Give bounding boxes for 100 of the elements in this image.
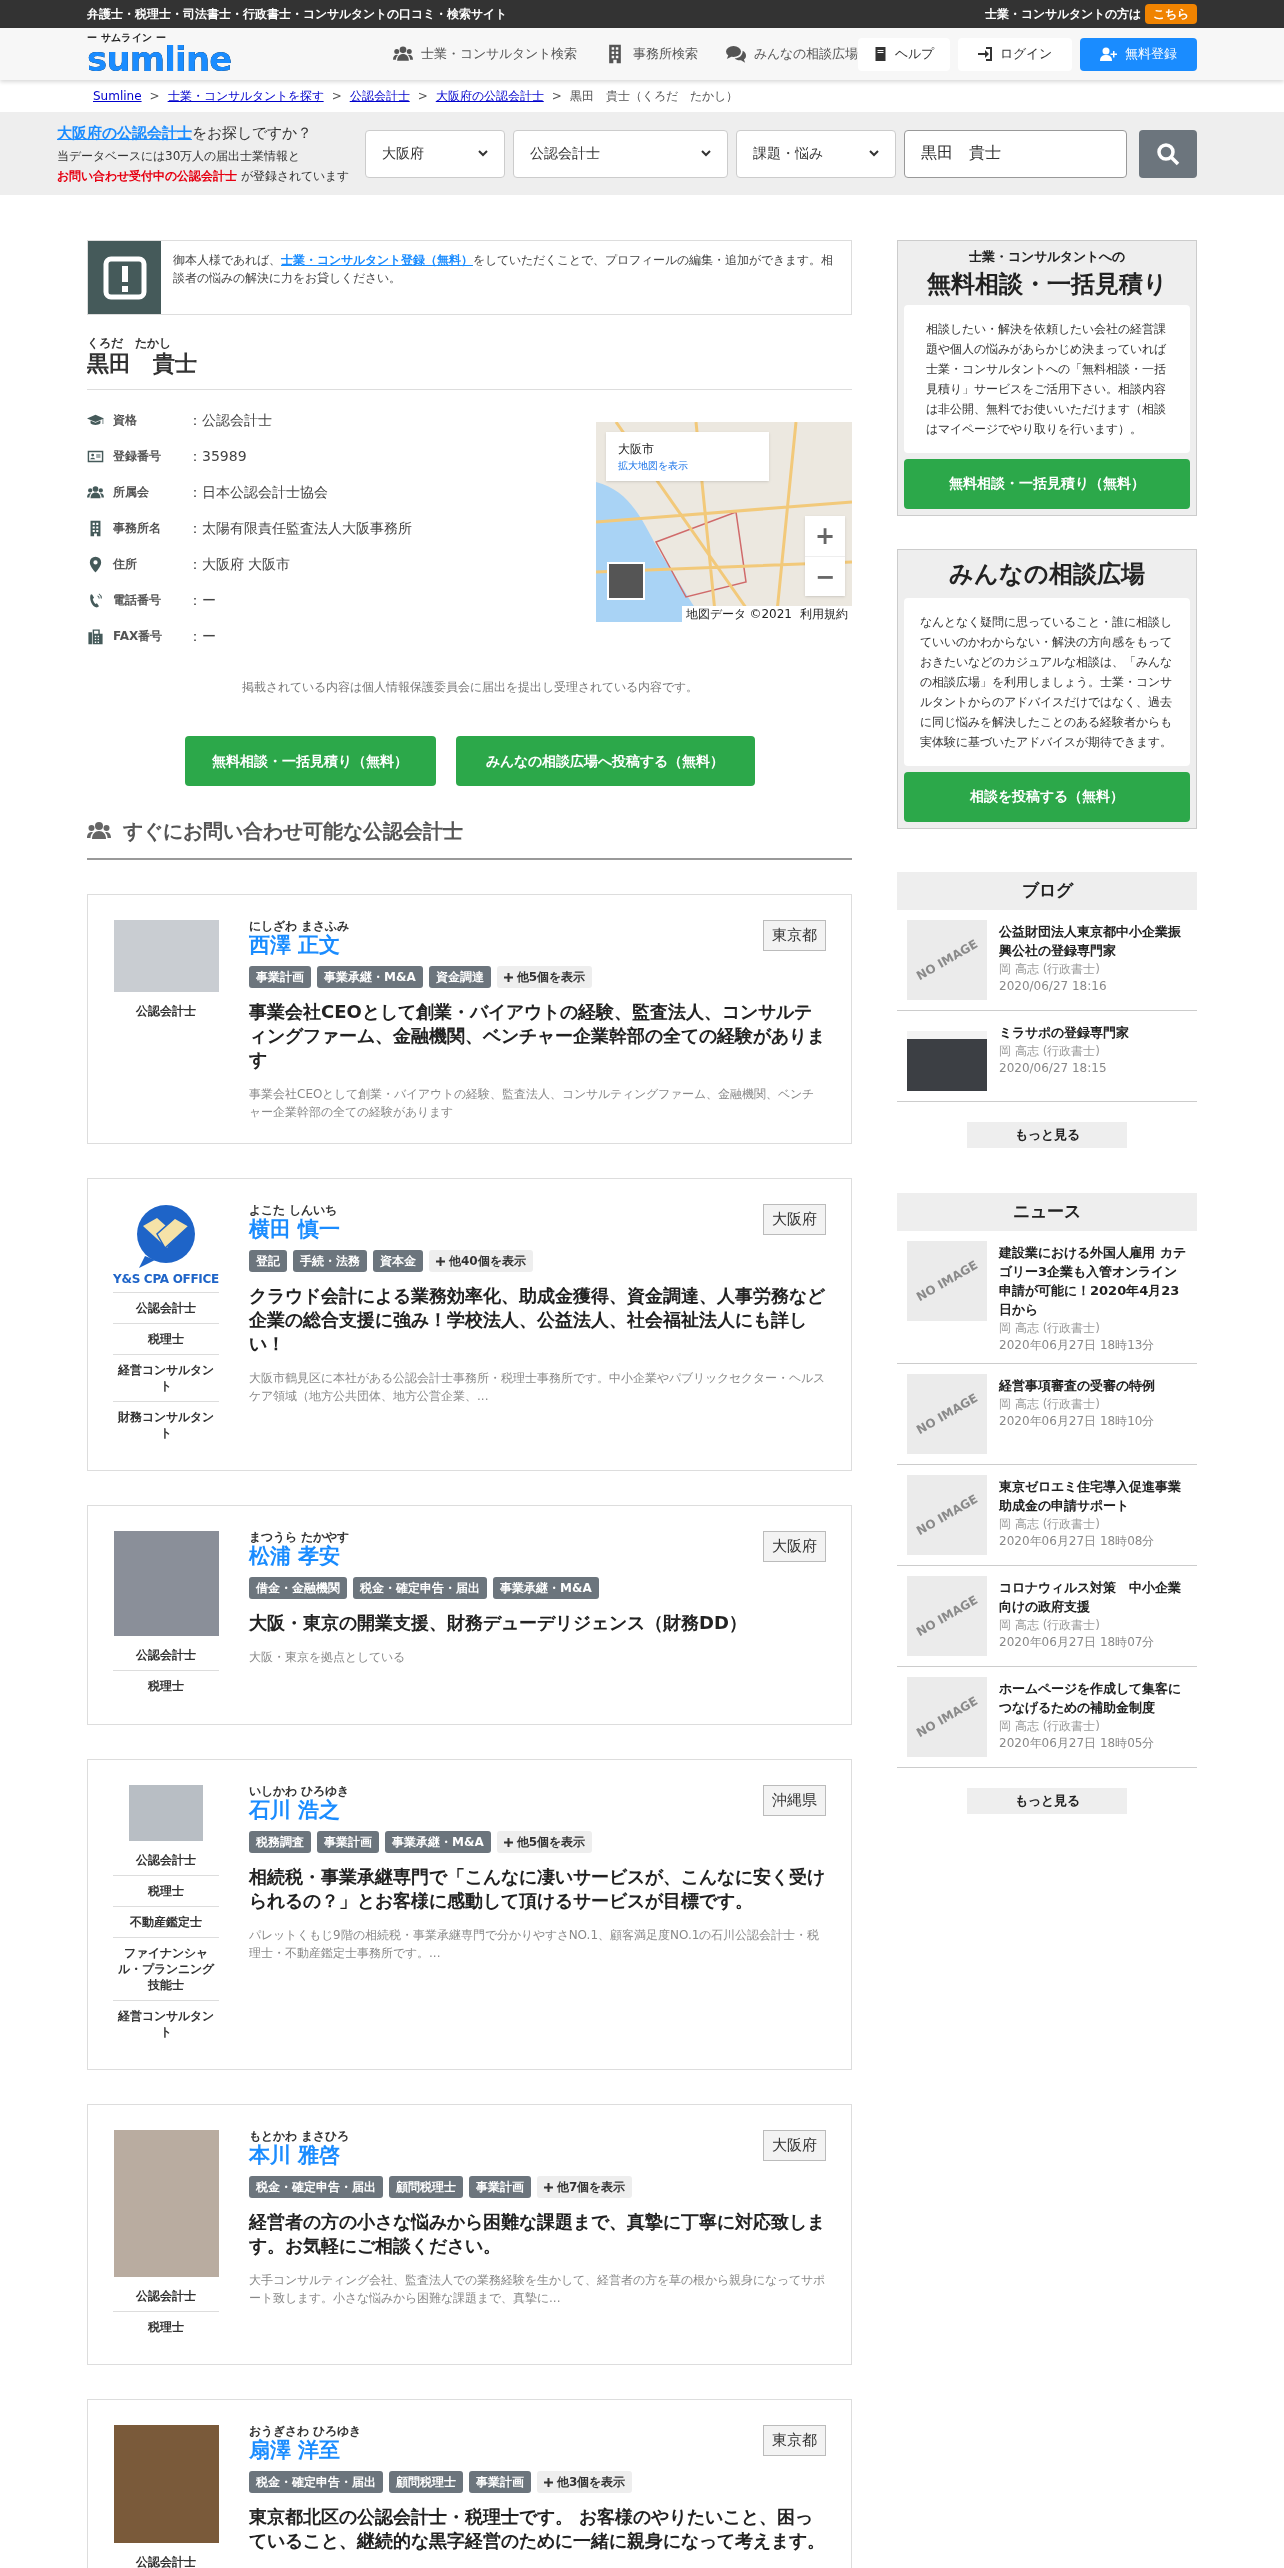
field-label: 住所: [113, 556, 138, 573]
field-label: 事務所名: [113, 520, 162, 537]
pro-link[interactable]: こちら: [1145, 4, 1197, 24]
more-button[interactable]: もっと見る: [967, 1787, 1127, 1814]
card-headline: 経営者の方の小さな悩みから困難な課題まで、真摯に丁寧に対応致します。お気軽にご相談ください。: [249, 2210, 826, 2258]
article-link[interactable]: ホームページを作成して集客につなげるための補助金制度: [999, 1678, 1187, 1717]
nav-link[interactable]: 事務所検索: [605, 44, 698, 64]
article-author: 岡 高志 (行政書士): [999, 1042, 1101, 1060]
field-value: ：35989: [188, 446, 247, 466]
map-terms-link[interactable]: 利用規約: [800, 606, 848, 622]
prefecture-badge: 沖縄県: [763, 1785, 826, 1816]
topic-tag[interactable]: 借金・金融機関: [249, 1577, 347, 1599]
show-more-tags-button[interactable]: 他5個を表示: [496, 1831, 593, 1853]
breadcrumb-link[interactable]: 公認会計士: [349, 87, 410, 105]
topic-tag[interactable]: 顧問税理士: [389, 2176, 463, 2198]
show-more-tags-button[interactable]: 他40個を表示: [429, 1250, 533, 1272]
site-logo[interactable]: sumline: [87, 43, 232, 75]
topic-tag[interactable]: 税金・確定申告・届出: [353, 1577, 487, 1599]
card-description: 大阪・東京を拠点としている: [249, 1649, 406, 1666]
topic-tag[interactable]: 資金調達: [428, 966, 491, 988]
breadcrumb-link[interactable]: Sumline: [93, 87, 142, 105]
show-more-tags-button[interactable]: 他5個を表示: [496, 966, 593, 988]
nav-link[interactable]: みんなの相談広場: [726, 44, 858, 64]
show-more-tags-button[interactable]: 他7個を表示: [537, 2176, 633, 2198]
forum-post-button[interactable]: 相談を投稿する（無料）: [904, 771, 1190, 822]
card-headline: 相続税・事業承継専門で「こんなに凄いサービスが、こんなに安く受けられるの？」とお客様に感動して頂けるサービスが目標です。: [249, 1865, 826, 1913]
show-more-tags-button[interactable]: 他3個を表示: [537, 2471, 633, 2493]
article-link[interactable]: 東京ゼロエミ住宅導入促進事業助成金の申請サポート: [999, 1476, 1187, 1515]
topic-tag[interactable]: 事業承継・M&A: [493, 1577, 599, 1599]
zoom-in-button[interactable]: +: [805, 516, 845, 556]
qualification-label: ファイナンシャル・プランニング技能士: [113, 1937, 219, 2000]
larger-map-link[interactable]: 拡大地図を表示: [618, 458, 757, 473]
breadcrumb-current: 黒田 貴士（くろだ たかし）: [569, 88, 738, 105]
topic-tag[interactable]: 税金・確定申告・届出: [249, 2471, 383, 2493]
dropdown[interactable]: 課題・悩み: [736, 129, 896, 178]
expert-name-link[interactable]: 西澤 正文: [249, 932, 350, 958]
topic-tag[interactable]: 資本金: [373, 1250, 423, 1272]
article-link[interactable]: ミラサポの登録専門家: [999, 1022, 1129, 1042]
article-author: 岡 高志 (行政書士): [999, 960, 1101, 978]
qualification-label: 税理士: [113, 1323, 219, 1354]
action-button[interactable]: みんなの相談広場へ投稿する（無料）: [455, 736, 755, 786]
topic-tag[interactable]: 税務調査: [249, 1831, 311, 1853]
dropdown[interactable]: 公認会計士: [513, 129, 728, 178]
topic-tag[interactable]: 事業承継・M&A: [385, 1831, 491, 1853]
expert-name-link[interactable]: 石川 浩之: [249, 1797, 350, 1823]
topic-tag[interactable]: 手続・法務: [293, 1250, 367, 1272]
zoom-out-button[interactable]: −: [805, 556, 845, 596]
dropdown[interactable]: 大阪府: [365, 129, 505, 178]
keyword-field[interactable]: 黒田 貴士: [904, 129, 1127, 178]
prefecture-badge: 大阪府: [763, 2130, 826, 2161]
search-button[interactable]: [1139, 129, 1197, 178]
article-link[interactable]: 公益財団法人東京都中小企業振興公社の登録専門家: [999, 921, 1187, 960]
prefecture-badge: 大阪府: [763, 1204, 826, 1235]
expert-name-link[interactable]: 扇澤 洋至: [249, 2437, 362, 2463]
register-button[interactable]: 無料登録: [1080, 37, 1197, 71]
card-headline: 事業会社CEOとして創業・バイアウトの経験、監査法人、コンサルティングファーム、金融機関、ベンチャー企業幹部の全ての経験があります: [249, 1000, 826, 1072]
more-button[interactable]: もっと見る: [967, 1121, 1127, 1148]
qualification-label: 公認会計士: [135, 1003, 197, 1020]
qualification-label: 税理士: [113, 1670, 219, 1701]
map[interactable]: 大阪市 拡大地図を表示 + − 地図データ ©2021 利用規約: [596, 422, 852, 622]
topic-tag[interactable]: 税金・確定申告・届出: [249, 2176, 383, 2198]
qualification-label: 公認会計士: [135, 2554, 197, 2568]
login-icon: [978, 47, 992, 61]
expert-name-link[interactable]: 本川 雅啓: [249, 2142, 350, 2168]
article-link[interactable]: 建設業における外国人雇用 カテゴリー3企業も入管オンライン申請が可能に！2020年4月23日から: [999, 1242, 1187, 1319]
help-button[interactable]: ヘルプ: [858, 37, 950, 71]
expert-name-link[interactable]: 松浦 孝安: [249, 1543, 350, 1569]
plus-icon: [544, 2477, 553, 2487]
article-link[interactable]: コロナウィルス対策 中小企業向けの政府支援: [999, 1577, 1187, 1616]
qualification-label: 不動産鑑定士: [113, 1906, 219, 1937]
topic-tag[interactable]: 事業承継・M&A: [317, 966, 423, 988]
topic-tag[interactable]: 事業計画: [249, 966, 311, 988]
registration-link[interactable]: 士業・コンサルタント登録（無料）: [281, 253, 473, 267]
login-button[interactable]: ログイン: [958, 37, 1072, 71]
topic-tag[interactable]: 事業計画: [317, 1831, 379, 1853]
field-value: ：ー: [188, 626, 216, 646]
card-headline: 大阪・東京の開業支援、財務デューデリジェンス（財務DD）: [249, 1611, 748, 1635]
plus-icon: [503, 972, 513, 982]
topic-tag[interactable]: 顧問税理士: [389, 2471, 463, 2493]
qualification-label: 税理士: [113, 2311, 219, 2342]
nav-link[interactable]: 士業・コンサルタント検索: [393, 44, 577, 64]
plus-icon: [436, 1256, 445, 1266]
list-heading: ニュース: [897, 1192, 1197, 1231]
article-date: 2020年06月27日 18時05分: [999, 1734, 1156, 1751]
topic-tag[interactable]: 事業計画: [469, 2176, 531, 2198]
breadcrumb-link[interactable]: 士業・コンサルタントを探す: [167, 87, 324, 105]
article-date: 2020年06月27日 18時10分: [999, 1412, 1155, 1429]
topic-tag[interactable]: 登記: [249, 1250, 287, 1272]
expert-name-link[interactable]: 横田 慎一: [249, 1216, 341, 1242]
topic-tag[interactable]: 事業計画: [469, 2471, 531, 2493]
satellite-thumbnail[interactable]: [607, 562, 645, 600]
consultation-button[interactable]: 無料相談・一括見積り（無料）: [904, 458, 1190, 509]
action-button[interactable]: 無料相談・一括見積り（無料）: [184, 736, 436, 786]
headline-link[interactable]: 大阪府の公認会計士: [57, 124, 192, 143]
location-pin-icon: [87, 555, 104, 573]
name-reading: もとかわ まさひろ: [249, 2130, 350, 2142]
prefecture-badge: 東京都: [763, 920, 826, 951]
article-link[interactable]: 経営事項審査の受審の特例: [999, 1375, 1155, 1395]
breadcrumb-link[interactable]: 大阪府の公認会計士: [435, 87, 544, 105]
field-value: ：ー: [188, 590, 216, 610]
